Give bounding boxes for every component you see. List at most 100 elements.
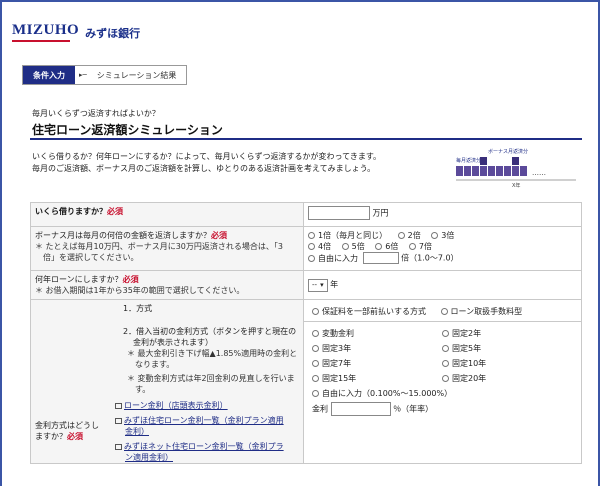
bonus-option-2x[interactable]: 2倍 xyxy=(397,230,421,241)
title-divider xyxy=(30,138,582,140)
bonus-note-1: ＊ たとえば毎月10万円、ボーナス月に30万円返済される場合は、「3 xyxy=(35,242,283,251)
radio-icon xyxy=(431,232,439,239)
diagram-dots: …… xyxy=(532,169,546,177)
required-badge: 必須 xyxy=(211,231,227,240)
rate-label: 金利方式はどうし ますか？必須 1．方式 2．借入当初の金利方式（ボタンを押すと… xyxy=(30,299,304,464)
diagram-monthly-label: 毎月返済分 xyxy=(456,157,481,164)
radio-icon xyxy=(308,232,315,239)
repayment-diagram: ボーナス月返済分 毎月返済分 …… X年 xyxy=(456,148,576,189)
diagram-years-label: X年 xyxy=(512,182,520,189)
radio-icon xyxy=(312,308,319,315)
rate-option-fixed-10[interactable]: 固定10年 xyxy=(442,358,544,369)
rate-option-fixed-3[interactable]: 固定3年 xyxy=(312,343,434,354)
rate-option-free[interactable]: 自由に入力（0.100%〜15.000%） xyxy=(312,388,452,399)
method-option-fee[interactable]: ローン取扱手数料型 xyxy=(440,306,522,317)
radio-icon xyxy=(375,243,383,250)
intro-line-1: いくら借りるか？何年ローンにするか？によって、毎月いくらずつ返済するかが変わって… xyxy=(32,152,382,161)
bonus-option-4x[interactable]: 4倍 xyxy=(308,241,331,252)
link-net-rate-list[interactable]: みずほネット住宅ローン金利一覧（金利プラ xyxy=(115,441,303,452)
method-label: 1．方式 xyxy=(123,304,153,313)
row-term: 何年ローンにしますか？必須 ＊ お借入期間は1年から35年の範囲で選択してくださ… xyxy=(30,270,582,300)
term-unit: 年 xyxy=(330,279,339,289)
term-label: 何年ローンにしますか？必須 ＊ お借入期間は1年から35年の範囲で選択してくださ… xyxy=(30,270,304,300)
page-subtitle: 毎月いくらずつ返済すればよいか？ xyxy=(32,109,160,118)
row-bonus: ボーナス月は毎月の何倍の金額を返済しますか？必須 ＊ たとえば毎月10万円、ボー… xyxy=(30,226,582,271)
radio-icon xyxy=(440,308,448,315)
rate-option-fixed-7[interactable]: 固定7年 xyxy=(312,358,434,369)
radio-icon xyxy=(397,232,405,239)
bonus-option-6x[interactable]: 6倍 xyxy=(375,241,398,252)
initial-rate-label-1: 2．借入当初の金利方式（ボタンを押すと現在の xyxy=(123,327,297,336)
radio-icon xyxy=(308,254,315,262)
logo-text: MIZUHO xyxy=(12,22,80,38)
rate-option-fixed-5[interactable]: 固定5年 xyxy=(442,343,544,354)
rate-note-a1: ＊ 最大金利引き下げ幅▲1.85%適用時の金利と xyxy=(127,349,298,358)
link-icon xyxy=(115,402,122,409)
rate-option-fixed-2[interactable]: 固定2年 xyxy=(442,328,544,339)
radio-icon xyxy=(408,243,416,250)
bonus-option-1x[interactable]: 1倍（毎月と同じ） xyxy=(308,230,387,241)
required-badge: 必須 xyxy=(122,275,139,284)
rate-option-fixed-20[interactable]: 固定20年 xyxy=(442,373,544,384)
rate-option-fixed-15[interactable]: 固定15年 xyxy=(312,373,434,384)
rate-note-a2: なります。 xyxy=(135,360,175,369)
page: MIZUHO みずほ銀行 条件入力 ▸─ シミュレーション結果 毎月いくらずつ返… xyxy=(0,0,600,486)
link-mizuho-rate-list[interactable]: みずほ住宅ローン金利一覧（金利プラン適用 xyxy=(115,415,303,426)
bonus-free-input[interactable] xyxy=(362,252,399,264)
bonus-option-7x[interactable]: 7倍 xyxy=(408,241,432,252)
initial-rate-label-2: 金利が表示されます） xyxy=(133,338,213,347)
bonus-label: ボーナス月は毎月の何倍の金額を返済しますか？必須 ＊ たとえば毎月10万円、ボー… xyxy=(30,226,304,271)
step-arrow-icon: ▸─ xyxy=(79,71,87,79)
radio-icon xyxy=(312,360,319,367)
link-icon xyxy=(115,417,122,424)
term-cell: -- ▾ 年 xyxy=(303,270,582,300)
page-title: 住宅ローン返済額シミュレーション xyxy=(32,123,223,137)
radio-icon xyxy=(442,360,449,367)
method-option-prepay[interactable]: 保証料を一部前払いする方式 xyxy=(312,306,426,317)
step-conditions: 条件入力 xyxy=(23,66,75,84)
term-select[interactable]: -- ▾ xyxy=(308,278,328,292)
loan-amount-question: いくら借りますか？ xyxy=(35,207,107,216)
term-note: ＊ お借入期間は1年から35年の範囲で選択してください。 xyxy=(35,286,245,295)
loan-amount-input[interactable] xyxy=(308,206,370,220)
rate-type-options: 変動金利 固定2年 固定3年 固定5年 固定7年 固定10年 固定15年 固定2… xyxy=(304,322,581,416)
bonus-option-free[interactable]: 自由に入力 xyxy=(308,253,358,264)
link-net-rate-list-cont[interactable]: ン適用金利） xyxy=(115,452,303,463)
term-question: 何年ローンにしますか？ xyxy=(35,275,123,284)
bonus-note-2: 倍」を選択してください。 xyxy=(43,253,139,262)
radio-icon xyxy=(442,330,449,337)
link-icon xyxy=(115,443,122,450)
radio-icon xyxy=(308,243,315,250)
bonus-question: ボーナス月は毎月の何倍の金額を返済しますか？ xyxy=(35,231,211,240)
link-mizuho-rate-list-cont[interactable]: 金利） xyxy=(115,426,303,437)
step-results: シミュレーション結果 xyxy=(86,66,187,84)
radio-icon xyxy=(442,375,449,382)
required-badge: 必須 xyxy=(67,432,83,441)
intro-text: いくら借りるか？何年ローンにするか？によって、毎月いくらずつ返済するかが変わって… xyxy=(32,151,432,175)
rate-options-cell: 保証料を一部前払いする方式 ローン取扱手数料型 変動金利 固定2年 固定3年 固… xyxy=(303,299,582,464)
bonus-option-3x[interactable]: 3倍 xyxy=(431,230,454,241)
row-loan-amount: いくら借りますか？必須 万円 xyxy=(30,202,582,227)
simulation-form: いくら借りますか？必須 万円 ボーナス月は毎月の何倍の金額を返済しますか？必須 … xyxy=(30,202,582,464)
rate-sub-labels: 1．方式 2．借入当初の金利方式（ボタンを押すと現在の 金利が表示されます） ＊… xyxy=(115,300,303,463)
header: MIZUHO みずほ銀行 xyxy=(2,2,598,42)
rate-unit: ％（年率） xyxy=(393,404,434,414)
radio-icon xyxy=(312,345,319,352)
loan-amount-unit: 万円 xyxy=(372,208,389,218)
brand-name: みずほ銀行 xyxy=(85,27,141,40)
link-store-rate[interactable]: ローン金利（店頭表示金利） xyxy=(115,400,303,411)
rate-option-variable[interactable]: 変動金利 xyxy=(312,328,434,339)
bonus-option-5x[interactable]: 5倍 xyxy=(341,241,365,252)
logo-underline xyxy=(12,40,70,42)
rate-note-b1: ＊ 変動金利方式は年2回金利の見直しを行いま xyxy=(127,374,295,383)
radio-icon xyxy=(442,345,449,352)
method-options: 保証料を一部前払いする方式 ローン取扱手数料型 xyxy=(304,300,581,322)
rate-note-b2: す。 xyxy=(135,385,151,394)
radio-icon xyxy=(312,375,319,382)
loan-amount-cell: 万円 xyxy=(303,202,582,227)
rate-input[interactable] xyxy=(330,402,391,416)
radio-icon xyxy=(312,390,319,397)
mizuho-logo[interactable]: MIZUHO xyxy=(12,22,79,42)
diagram-bonus-label: ボーナス月返済分 xyxy=(488,148,528,155)
chevron-down-icon: ▾ xyxy=(320,280,324,289)
